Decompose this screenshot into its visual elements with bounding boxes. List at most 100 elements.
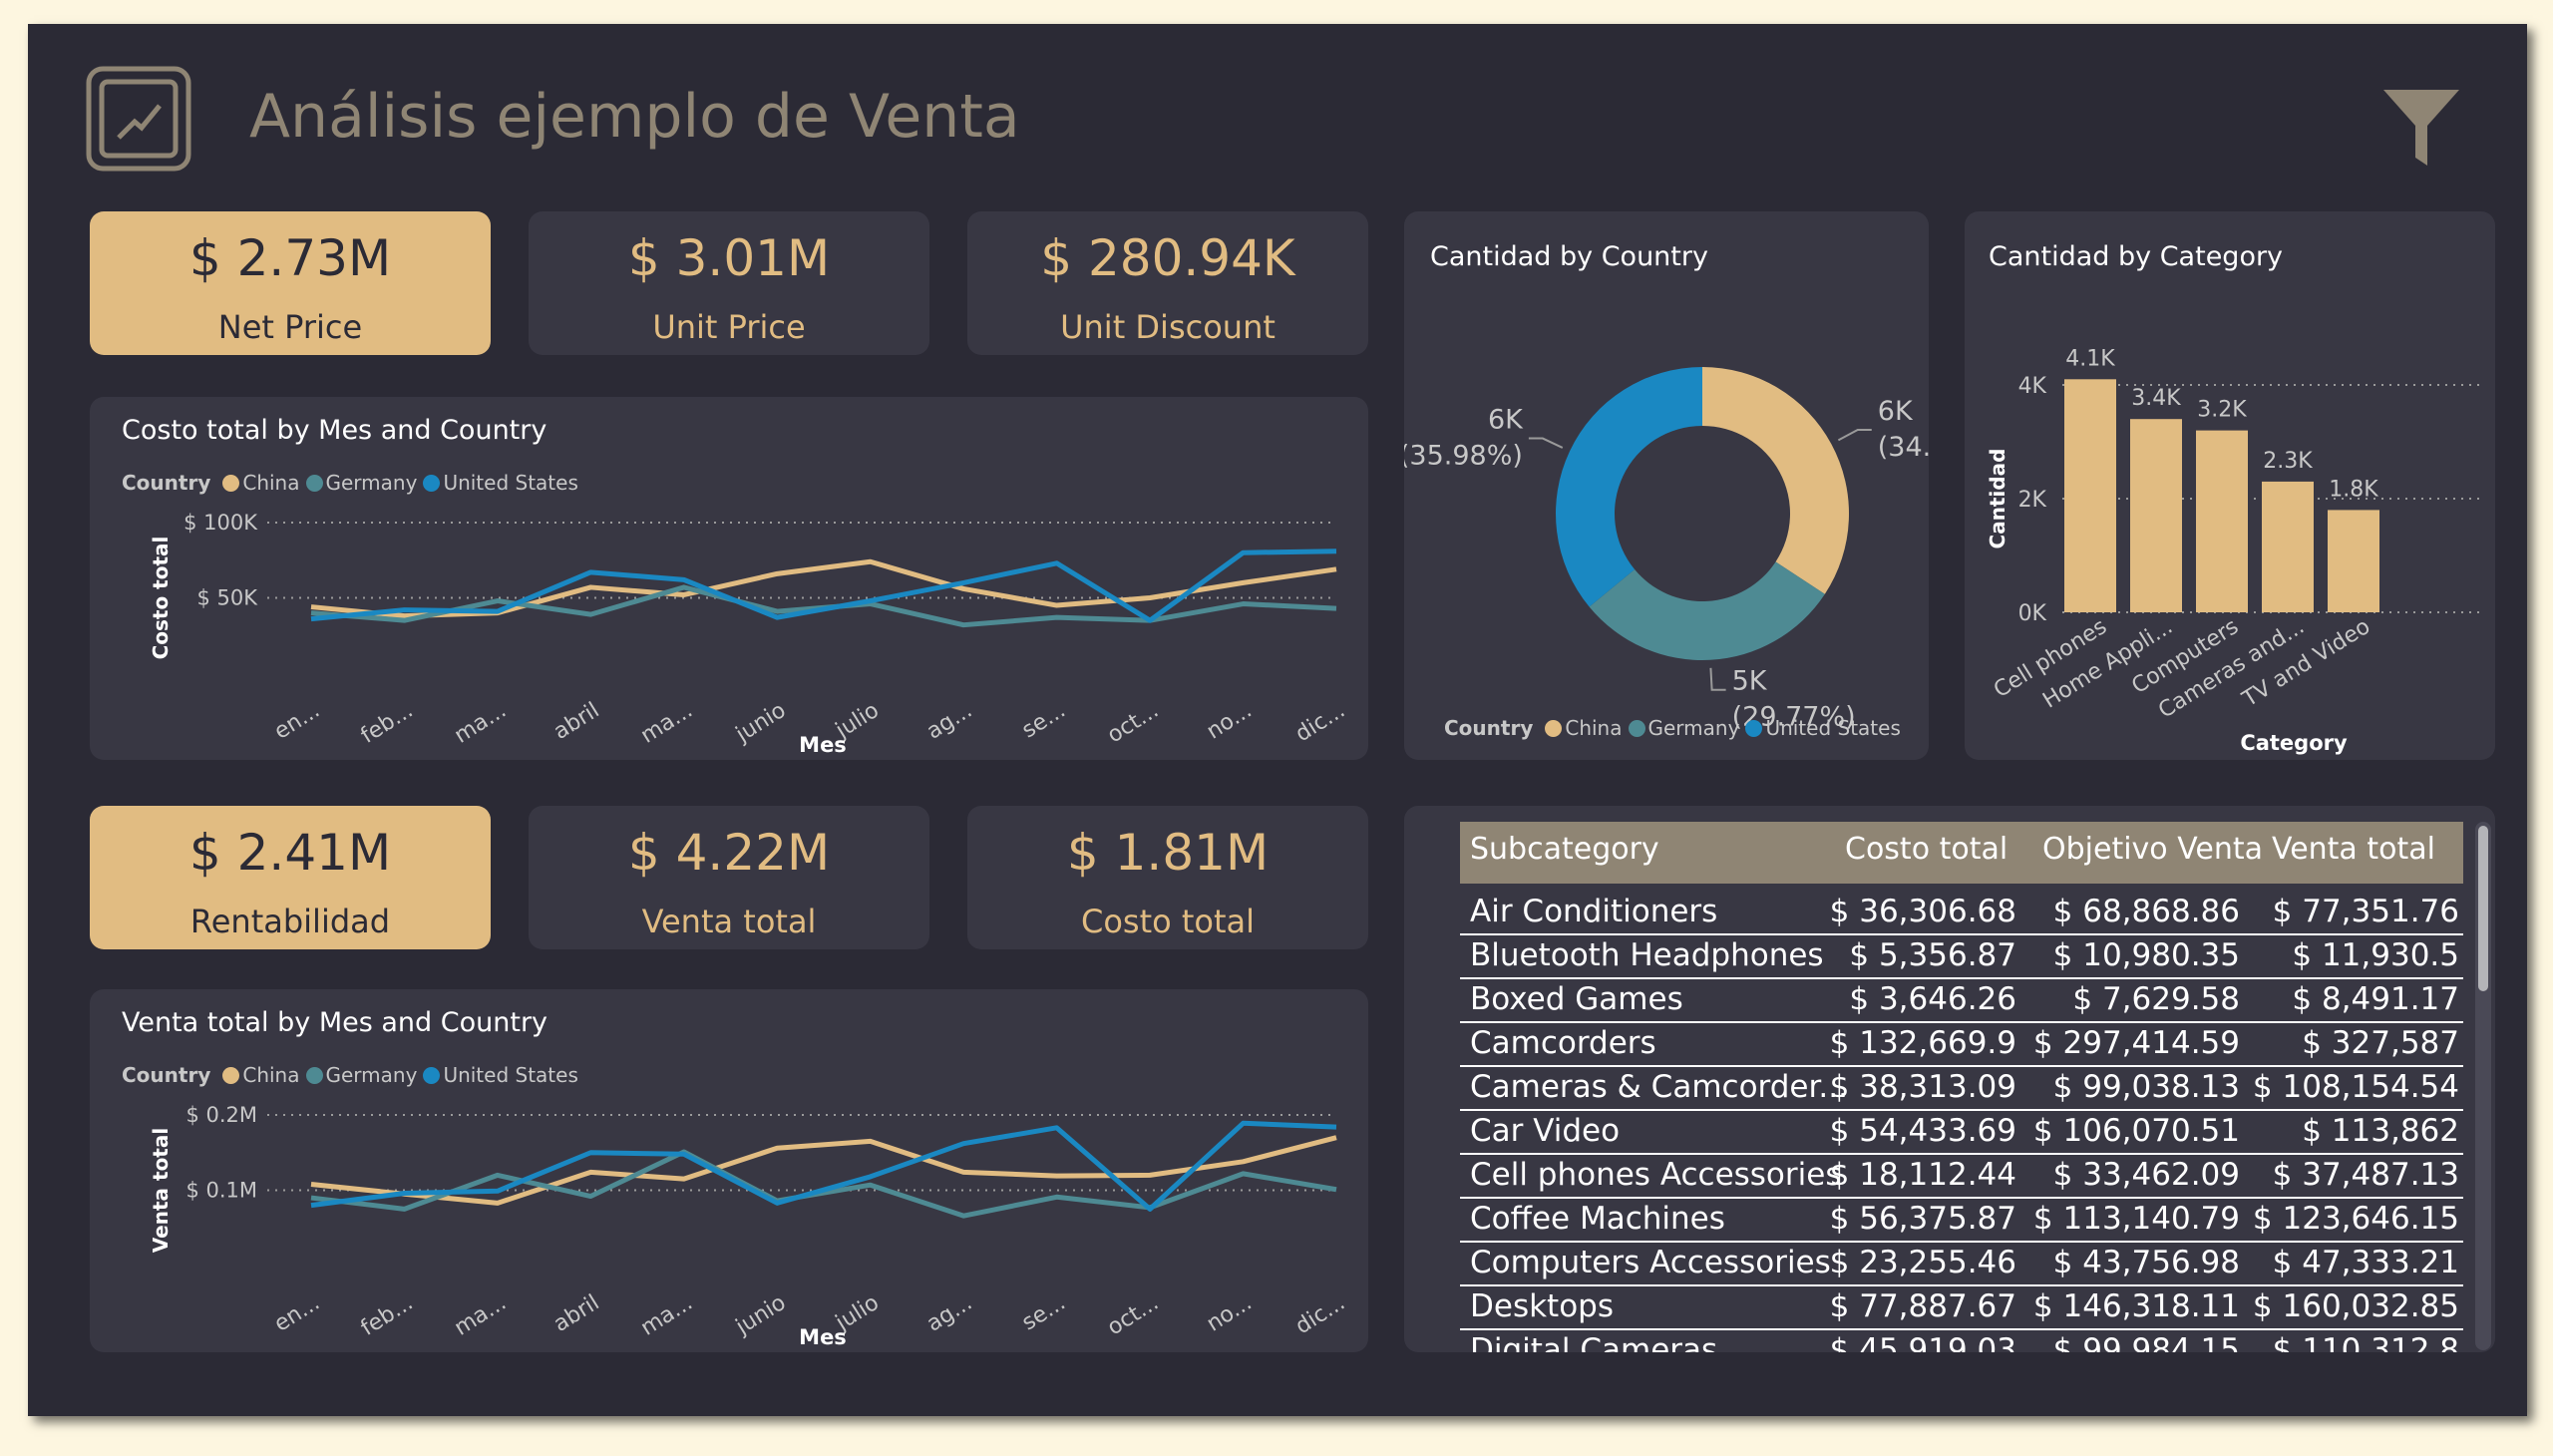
column-header-costo-total[interactable]: Costo total	[1845, 832, 2007, 867]
table-cell: $ 68,868.86	[2052, 894, 2240, 929]
column-header-subcategory[interactable]: Subcategory	[1470, 832, 1659, 867]
app-logo	[86, 66, 191, 172]
table-cell: $ 18,112.44	[1829, 1157, 2016, 1193]
table-cell: $ 7,629.58	[2072, 981, 2240, 1017]
table-row[interactable]: Car Video $ 54,433.69 $ 106,070.51 $ 113,86…	[1460, 1109, 2463, 1155]
table-cell: $ 113,862	[2302, 1113, 2459, 1149]
kpi-value: $ 280.94K	[1040, 229, 1295, 287]
table-cell: $ 327,587	[2302, 1025, 2459, 1061]
table-cell: $ 33,462.09	[2052, 1157, 2240, 1193]
kpi-value: $ 3.01M	[627, 229, 831, 287]
x-tick-label: ma...	[450, 1290, 511, 1341]
column-header-venta-total[interactable]: Venta total	[2272, 832, 2435, 867]
table-cell: $ 37,487.13	[2272, 1157, 2459, 1193]
table-cell: $ 99,984.15	[2052, 1332, 2240, 1352]
x-tick-label: junio	[731, 1290, 791, 1340]
y-tick-label: 4K	[2018, 374, 2047, 399]
table-cell: $ 38,313.09	[1829, 1069, 2016, 1105]
bar-data-label: 3.2K	[2197, 398, 2247, 423]
bar-tv-and-video	[2328, 510, 2379, 612]
subcategory-table: Subcategory Costo total Objetivo Venta V…	[1460, 822, 2463, 1352]
donut-slice-china	[1702, 367, 1849, 594]
donut-data-percent: (34.25%)	[1878, 432, 1929, 463]
x-tick-label: feb...	[357, 698, 418, 749]
table-row[interactable]: Bluetooth Headphones $ 5,356.87 $ 10,980.3…	[1460, 933, 2463, 979]
legend-title: Country	[1444, 716, 1534, 740]
x-tick-label: ma...	[636, 1290, 697, 1341]
x-tick-label: oct...	[1103, 1290, 1163, 1340]
kpi-label: Rentabilidad	[189, 903, 391, 940]
dashboard-canvas: Análisis ejemplo de Venta $ 2.73M Net Pr…	[28, 24, 2527, 1416]
kpi-unit-price[interactable]: $ 3.01M Unit Price	[529, 211, 929, 355]
kpi-value: $ 2.73M	[188, 229, 392, 287]
y-axis-label: Cantidad	[1986, 449, 2009, 549]
donut-data-label: 6K	[1488, 405, 1524, 436]
donut-data-label: 6K	[1878, 396, 1914, 427]
legend-dot-china	[1545, 720, 1563, 737]
legend-item-germany: Germany	[1647, 716, 1740, 740]
table-row[interactable]: Digital Cameras $ 45,919.03 $ 99,984.15 $ 1…	[1460, 1328, 2463, 1352]
table-scrollbar[interactable]	[2475, 822, 2491, 1350]
table-row[interactable]: Cameras & Camcorder... $ 38,313.09 $ 99,03…	[1460, 1065, 2463, 1111]
table-cell: Camcorders	[1470, 1025, 1656, 1061]
bar-data-label: 1.8K	[2329, 477, 2378, 502]
legend-item-china: China	[1565, 716, 1623, 740]
x-tick-label: se...	[1018, 698, 1070, 744]
kpi-unit-discount[interactable]: $ 280.94K Unit Discount	[967, 211, 1368, 355]
costo-total-line-chart: $ 50K $ 100K en... feb... ma... abril ma... jun…	[149, 511, 1349, 757]
table-cell: $ 54,433.69	[1829, 1113, 2016, 1149]
x-tick-label: ag...	[922, 698, 976, 745]
funnel-icon[interactable]	[2381, 86, 2461, 170]
kpi-venta-total[interactable]: $ 4.22M Venta total	[529, 806, 929, 949]
table-cell: $ 8,491.17	[2292, 981, 2459, 1017]
table-cell: $ 11,930.5	[2292, 937, 2459, 973]
table-cell: $ 77,887.67	[1829, 1288, 2016, 1324]
x-tick-label: no...	[1203, 1290, 1257, 1337]
legend-dot-united-states	[1745, 720, 1763, 737]
kpi-net-price[interactable]: $ 2.73M Net Price	[90, 211, 491, 355]
table-cell: Boxed Games	[1470, 981, 1683, 1017]
cantidad-by-country-panel[interactable]: Cantidad by Country 6K(34.25%)5K(29.77%)…	[1404, 211, 1929, 760]
venta-total-line-chart: $ 0.1M $ 0.2M en... feb... ma... abril ma... ju…	[149, 1103, 1349, 1349]
table-cell: $ 45,919.03	[1829, 1332, 2016, 1352]
kpi-label: Costo total	[1080, 903, 1256, 940]
x-tick-label: ma...	[636, 698, 697, 749]
kpi-rentabilidad[interactable]: $ 2.41M Rentabilidad	[90, 806, 491, 949]
table-cell: $ 10,980.35	[2052, 937, 2240, 973]
bar-cameras-and	[2262, 481, 2314, 612]
costo-total-chart-panel[interactable]: Costo total by Mes and Country Country Ch…	[90, 397, 1368, 760]
x-tick-label: dic...	[1291, 1290, 1349, 1339]
table-cell: Desktops	[1470, 1288, 1614, 1324]
table-row[interactable]: Coffee Machines $ 56,375.87 $ 113,140.79 $ …	[1460, 1197, 2463, 1243]
column-header-objetivo-venta[interactable]: Objetivo Venta	[2042, 832, 2263, 867]
bar-data-label: 2.3K	[2263, 449, 2313, 474]
table-row[interactable]: Air Conditioners $ 36,306.68 $ 68,868.86 $ …	[1460, 890, 2463, 935]
x-axis-label: Mes	[799, 733, 847, 757]
donut-leader-line	[1837, 428, 1872, 442]
venta-total-chart-panel[interactable]: Venta total by Mes and Country Country Ch…	[90, 989, 1368, 1352]
table-header: Subcategory Costo total Objetivo Venta V…	[1460, 822, 2463, 884]
x-tick-label: ag...	[922, 1290, 976, 1337]
kpi-costo-total[interactable]: $ 1.81M Costo total	[967, 806, 1368, 949]
table-cell: Bluetooth Headphones	[1470, 937, 1824, 973]
bar-data-label: 4.1K	[2065, 346, 2115, 371]
table-scrollbar-thumb[interactable]	[2478, 826, 2488, 991]
table-cell: $ 146,318.11	[2032, 1288, 2240, 1324]
table-row[interactable]: Boxed Games $ 3,646.26 $ 7,629.58 $ 8,491.1…	[1460, 977, 2463, 1023]
table-row[interactable]: Computers Accessories $ 23,255.46 $ 43,756…	[1460, 1241, 2463, 1286]
table-cell: $ 160,032.85	[2252, 1288, 2459, 1324]
table-row[interactable]: Camcorders $ 132,669.9 $ 297,414.59 $ 327,5…	[1460, 1021, 2463, 1067]
table-cell: $ 123,646.15	[2252, 1201, 2459, 1237]
table-cell: $ 108,154.54	[2252, 1069, 2459, 1105]
bar-computers	[2196, 430, 2248, 612]
table-cell: $ 3,646.26	[1849, 981, 2016, 1017]
kpi-label: Unit Discount	[1060, 308, 1276, 346]
cantidad-by-category-panel[interactable]: Cantidad by Category 0K 2K 4K 4.1K Cell phon…	[1965, 211, 2495, 760]
table-row[interactable]: Cell phones Accessories $ 18,112.44 $ 33,4…	[1460, 1153, 2463, 1199]
x-tick-label: abril	[549, 698, 604, 745]
table-cell: $ 77,351.76	[2272, 894, 2459, 929]
table-cell: Coffee Machines	[1470, 1201, 1725, 1237]
table-cell: $ 110,312.8	[2272, 1332, 2459, 1352]
legend-dot-germany	[1628, 720, 1645, 737]
table-row[interactable]: Desktops $ 77,887.67 $ 146,318.11 $ 160,032…	[1460, 1284, 2463, 1330]
